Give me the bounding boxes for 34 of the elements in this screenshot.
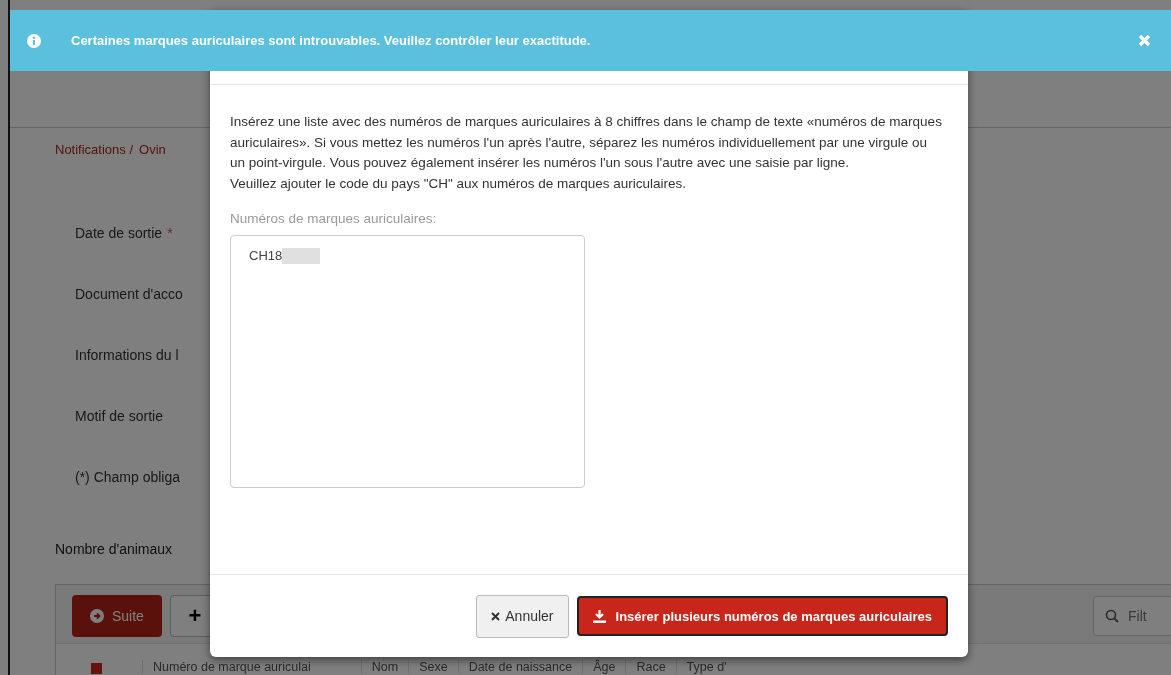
insert-button[interactable]: Insérer plusieurs numéros de marques auriculaires (576, 596, 948, 636)
column-header[interactable]: Type d' (675, 660, 737, 674)
close-icon (1138, 34, 1151, 47)
close-button[interactable] (1138, 34, 1151, 47)
info-icon (27, 33, 41, 48)
animal-count-label: Nombre d'animaux (54, 540, 174, 557)
select-all-checkbox[interactable] (91, 663, 102, 674)
column-header[interactable]: Date de naissance (457, 660, 583, 674)
filter-field[interactable]: Filt (1093, 596, 1171, 636)
column-header[interactable]: Sexe (408, 660, 458, 674)
cancel-button[interactable]: Annuler (476, 594, 569, 638)
form-label: Motif de sortie (75, 408, 163, 426)
form-label: Document d'acco (75, 286, 183, 304)
arrow-circle-icon (90, 609, 104, 623)
close-icon (491, 611, 501, 621)
search-icon (1105, 609, 1119, 623)
required-note: (*) Champ obliga (75, 469, 181, 487)
alert-message: Certaines marques auriculaires sont introuvables. Veuillez contrôler leur exactitude. (71, 33, 592, 48)
column-header[interactable]: Numéro de marque auriculai (142, 660, 321, 674)
field-label: Numéros de marques auriculaires: (230, 211, 438, 226)
ear-tag-textarea[interactable]: CH18 (230, 235, 585, 488)
instruction-text: Insérez une liste avec des numéros de marques auriculaires à 8 chiffres dans le champ de texte «numéros de marques auriculaires». Si vous mettez les numéros l'un après l'autre, séparez les numéros individuellement par une virgule ou un point-virgule. Vous pouvez également insérer les numéros l'un sous l'autre avec une saisie par ligne. (230, 113, 943, 172)
download-icon (592, 609, 606, 623)
column-header[interactable]: Âge (582, 660, 626, 674)
column-header[interactable]: Race (625, 660, 676, 674)
form-label: Informations du l (75, 347, 179, 365)
breadcrumb-link[interactable]: Notifications / (55, 142, 134, 157)
next-button[interactable]: Suite (72, 595, 162, 637)
form-label: Date de sortie (75, 225, 163, 243)
field-value: CH18 (249, 248, 283, 263)
column-header[interactable]: Nom (360, 660, 409, 674)
instruction-text: Veuillez ajouter le code du pays "CH" aux numéros de marques auriculaires. (230, 174, 688, 193)
required-mark: * (167, 225, 173, 243)
breadcrumb-link[interactable]: Ovin (139, 142, 166, 157)
